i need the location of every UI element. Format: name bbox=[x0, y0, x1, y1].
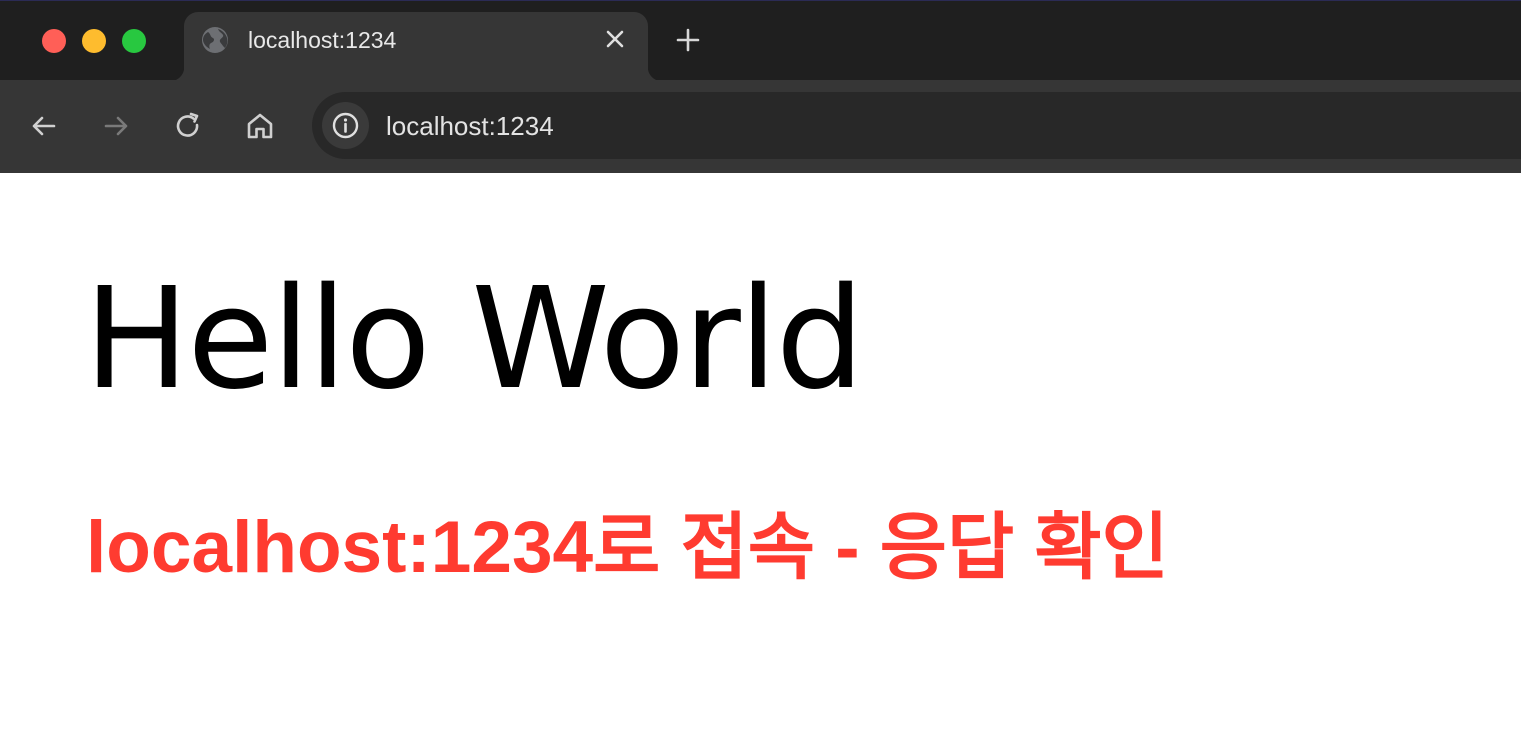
toolbar: localhost:1234 bbox=[0, 80, 1521, 173]
info-icon[interactable] bbox=[322, 102, 369, 149]
tab-strip: localhost:1234 bbox=[0, 0, 1521, 81]
tab-title: localhost:1234 bbox=[248, 27, 397, 53]
window-close-button[interactable] bbox=[42, 29, 66, 53]
window-minimize-button[interactable] bbox=[82, 29, 106, 53]
browser-window: localhost:1234 localhost:1234 Hello Worl… bbox=[0, 0, 1521, 730]
plus-icon[interactable] bbox=[674, 26, 702, 54]
page-subheading: localhost:1234로 접속 - 응답 확인 bbox=[86, 507, 1169, 588]
tab-active[interactable]: localhost:1234 bbox=[170, 12, 662, 81]
home-icon[interactable] bbox=[244, 110, 276, 142]
address-bar[interactable]: localhost:1234 bbox=[312, 92, 1521, 159]
globe-icon bbox=[201, 26, 229, 54]
close-icon[interactable] bbox=[604, 28, 626, 50]
url-text: localhost:1234 bbox=[386, 111, 554, 141]
page-content: Hello World localhost:1234로 접속 - 응답 확인 bbox=[0, 173, 1521, 730]
reload-icon[interactable] bbox=[172, 110, 204, 142]
arrow-right-icon[interactable] bbox=[100, 110, 132, 142]
page-heading: Hello World bbox=[84, 258, 865, 421]
window-maximize-button[interactable] bbox=[122, 29, 146, 53]
arrow-left-icon[interactable] bbox=[28, 110, 60, 142]
